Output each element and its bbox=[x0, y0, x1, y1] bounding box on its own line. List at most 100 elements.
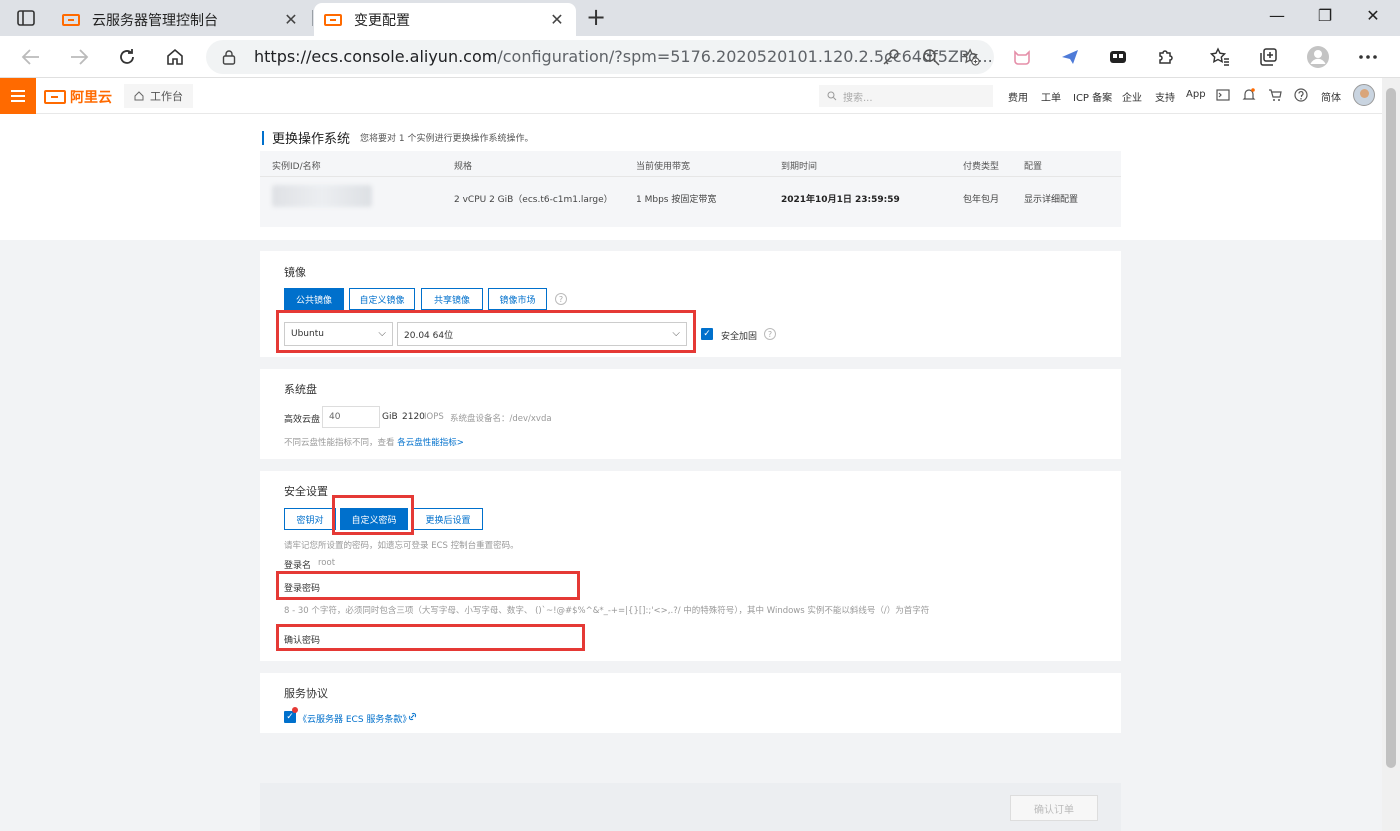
pay-type-cell: 包年包月 bbox=[963, 195, 1000, 205]
menu-hamburger-icon[interactable] bbox=[0, 78, 36, 114]
security-hardening-checkbox[interactable]: ✓ bbox=[701, 328, 713, 340]
instance-table: 实例ID/名称 规格 当前使用带宽 到期时间 付费类型 配置 2 vCPU 2 … bbox=[260, 151, 1121, 227]
aliyun-favicon-icon bbox=[62, 13, 80, 26]
help-circle-icon[interactable]: ? bbox=[764, 328, 776, 340]
security-settings-card: 安全设置 密钥对 自定义密码 更换后设置 请牢记您所设置的密码，如遗忘可登录 E… bbox=[260, 471, 1121, 661]
workbench-button[interactable]: 工作台 bbox=[124, 84, 193, 108]
agreement-link[interactable]: 《云服务器 ECS 服务条款》 bbox=[298, 712, 411, 725]
section-title: 安全设置 bbox=[284, 485, 328, 498]
close-tab-icon[interactable]: ✕ bbox=[282, 10, 300, 29]
tab-public-image[interactable]: 公共镜像 bbox=[284, 288, 344, 310]
search-icon bbox=[827, 91, 837, 101]
aliyun-logo[interactable]: 阿里云 bbox=[44, 87, 112, 107]
page-subtitle: 您将要对 1 个实例进行更换操作系统操作。 bbox=[360, 134, 534, 144]
cart-icon[interactable] bbox=[1268, 88, 1282, 102]
nav-billing[interactable]: 费用 bbox=[1008, 89, 1028, 104]
version-value: 20.04 64位 bbox=[404, 330, 454, 341]
key-icon[interactable] bbox=[882, 48, 900, 66]
tab-separator bbox=[312, 10, 313, 26]
browser-tab-strip: 云服务器管理控制台 ✕ 变更配置 ✕ + — ❐ ✕ bbox=[0, 0, 1400, 36]
order-footer bbox=[260, 783, 1121, 831]
zoom-out-icon[interactable] bbox=[922, 48, 940, 66]
minimize-button[interactable]: — bbox=[1262, 6, 1292, 25]
expire-cell: 2021年10月1日 23:59:59 bbox=[781, 195, 900, 205]
console-search-input[interactable]: 搜索... bbox=[819, 85, 993, 107]
aliyun-logo-icon bbox=[44, 90, 66, 104]
disk-type-label: 高效云盘 bbox=[284, 415, 321, 425]
restore-button[interactable]: ❐ bbox=[1310, 6, 1340, 25]
column-header: 规格 bbox=[454, 162, 473, 172]
disk-performance-hint: 不同云盘性能指标不同，查看 各云盘性能指标> bbox=[284, 438, 464, 448]
user-avatar[interactable] bbox=[1353, 84, 1375, 106]
arrow-left-icon bbox=[21, 49, 39, 65]
page-title: 更换操作系统 bbox=[272, 132, 351, 147]
back-button[interactable] bbox=[18, 44, 44, 70]
bird-extension-icon[interactable] bbox=[1058, 45, 1082, 69]
nav-app[interactable]: App bbox=[1186, 89, 1206, 100]
home-icon bbox=[167, 48, 183, 65]
spec-cell: 2 vCPU 2 GiB（ecs.t6-c1m1.large） bbox=[454, 195, 613, 205]
arrow-right-icon bbox=[71, 49, 89, 65]
forward-button[interactable] bbox=[66, 44, 92, 70]
show-config-link[interactable]: 显示详细配置 bbox=[1024, 192, 1078, 205]
confirm-order-button[interactable]: 确认订单 bbox=[1010, 795, 1098, 821]
help-icon[interactable] bbox=[1294, 88, 1308, 102]
tab-custom-password[interactable]: 自定义密码 bbox=[340, 508, 408, 530]
nav-ticket[interactable]: 工单 bbox=[1041, 89, 1061, 104]
disk-size-value: 40 bbox=[329, 412, 341, 422]
confirm-password-label: 确认密码 bbox=[284, 636, 321, 646]
column-header: 当前使用带宽 bbox=[636, 162, 691, 172]
tab-actions-icon[interactable] bbox=[12, 7, 40, 29]
close-window-button[interactable]: ✕ bbox=[1358, 6, 1388, 25]
tab-set-later[interactable]: 更换后设置 bbox=[413, 508, 483, 530]
security-hardening-label: 安全加固 bbox=[721, 332, 758, 342]
game-extension-icon[interactable] bbox=[1106, 45, 1130, 69]
terminal-icon[interactable] bbox=[1216, 88, 1230, 102]
image-card: 镜像 公共镜像 自定义镜像 共享镜像 镜像市场 ? Ubuntu ⌵ 20.04… bbox=[260, 251, 1121, 357]
cat-extension-icon[interactable] bbox=[1010, 45, 1034, 69]
tab-console[interactable]: 云服务器管理控制台 ✕ bbox=[52, 3, 310, 36]
disk-size-input[interactable]: 40 bbox=[322, 406, 380, 428]
password-input[interactable] bbox=[326, 575, 576, 597]
home-button[interactable] bbox=[162, 44, 188, 70]
tab-custom-image[interactable]: 自定义镜像 bbox=[349, 288, 415, 310]
more-menu-icon[interactable] bbox=[1356, 45, 1380, 69]
tab-key-pair[interactable]: 密钥对 bbox=[284, 508, 336, 530]
workbench-label: 工作台 bbox=[150, 90, 183, 103]
add-favorite-icon[interactable] bbox=[962, 48, 980, 66]
iops-value: 2120 bbox=[402, 412, 425, 422]
url-omnibox[interactable]: https://ecs.console.aliyun.com/configura… bbox=[206, 40, 994, 74]
nav-icp[interactable]: ICP 备案 bbox=[1073, 89, 1112, 104]
version-select[interactable]: 20.04 64位 ⌵ bbox=[397, 322, 687, 346]
nav-enterprise[interactable]: 企业 bbox=[1122, 89, 1142, 104]
tab-label: 变更配置 bbox=[354, 12, 410, 29]
favorites-icon[interactable] bbox=[1208, 45, 1232, 69]
tab-image-market[interactable]: 镜像市场 bbox=[488, 288, 547, 310]
chevron-down-icon: ⌵ bbox=[672, 328, 680, 339]
language-switch[interactable]: 简体 bbox=[1321, 89, 1341, 104]
profile-avatar-icon[interactable] bbox=[1306, 45, 1330, 69]
login-name-value: root bbox=[318, 558, 336, 568]
reload-button[interactable] bbox=[114, 44, 140, 70]
os-select[interactable]: Ubuntu ⌵ bbox=[284, 322, 393, 346]
password-note: 请牢记您所设置的密码，如遗忘可登录 ECS 控制台重置密码。 bbox=[284, 541, 519, 551]
tab-shared-image[interactable]: 共享镜像 bbox=[421, 288, 483, 310]
help-circle-icon[interactable]: ? bbox=[555, 293, 567, 305]
tab-change-config[interactable]: 变更配置 ✕ bbox=[314, 3, 576, 36]
external-link-icon[interactable] bbox=[408, 712, 417, 721]
extensions-puzzle-icon[interactable] bbox=[1154, 45, 1178, 69]
lock-icon[interactable] bbox=[222, 49, 236, 65]
new-tab-button[interactable]: + bbox=[584, 4, 608, 32]
disk-unit: GiB bbox=[382, 412, 398, 422]
scrollbar-thumb[interactable] bbox=[1386, 88, 1396, 768]
collections-icon[interactable] bbox=[1256, 45, 1280, 69]
disk-performance-link[interactable]: 各云盘性能指标> bbox=[397, 438, 464, 448]
bell-icon[interactable] bbox=[1242, 88, 1256, 102]
page-scrollbar[interactable] bbox=[1382, 78, 1400, 831]
column-header: 配置 bbox=[1024, 162, 1043, 172]
confirm-password-input[interactable] bbox=[326, 627, 576, 649]
page-title-row: 更换操作系统 您将要对 1 个实例进行更换操作系统操作。 bbox=[262, 128, 533, 147]
close-tab-icon[interactable]: ✕ bbox=[548, 10, 566, 29]
nav-support[interactable]: 支持 bbox=[1155, 89, 1175, 104]
reload-icon bbox=[120, 49, 134, 64]
